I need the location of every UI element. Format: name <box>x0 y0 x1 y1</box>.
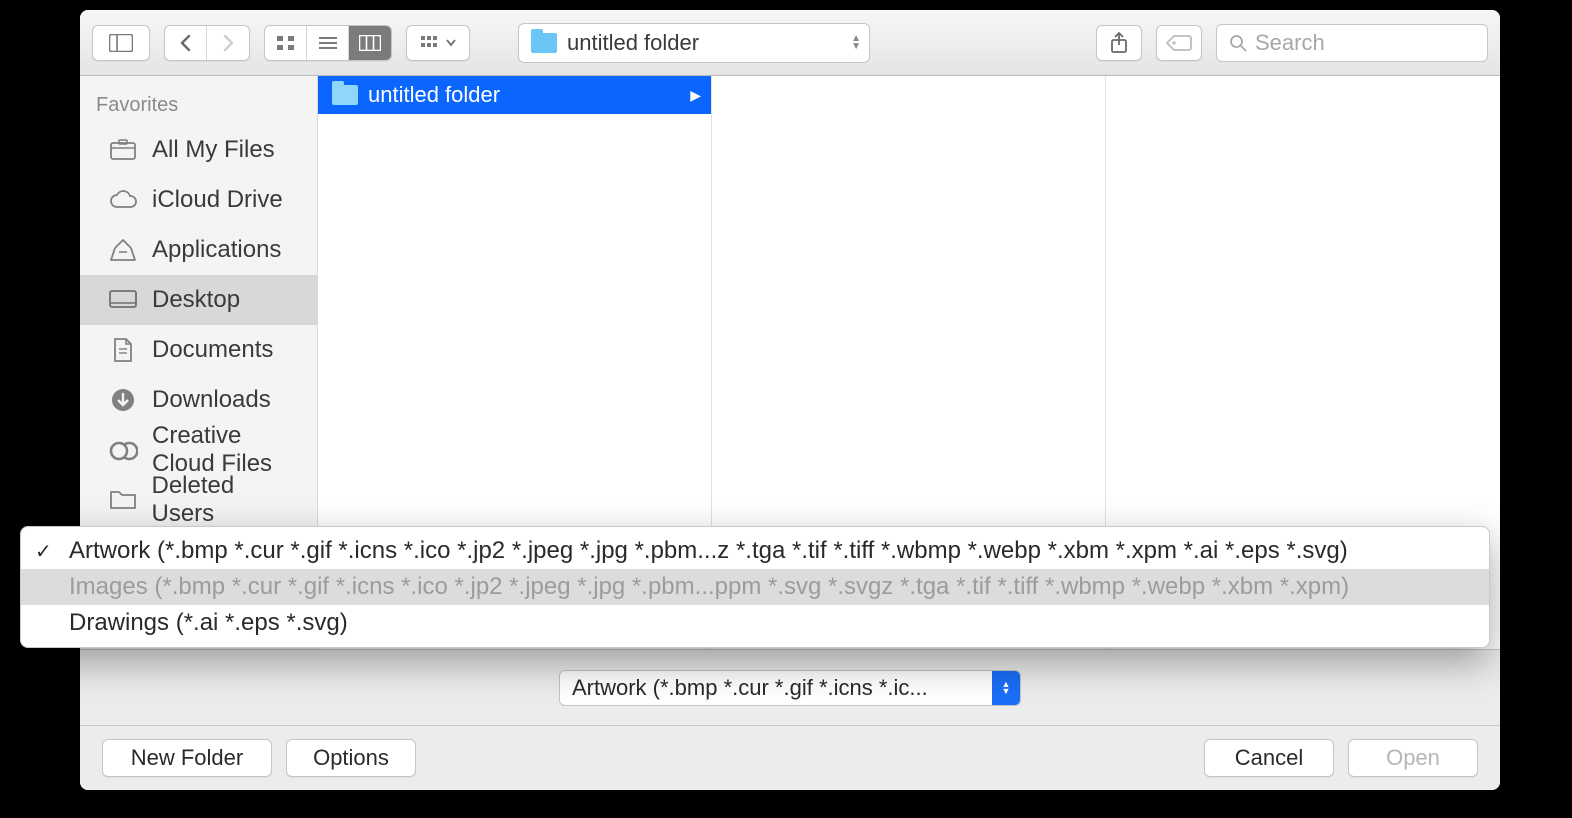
list-item-label: untitled folder <box>368 82 500 108</box>
sidebar-item-all-my-files[interactable]: All My Files <box>80 125 317 175</box>
sidebar-item-label: All My Files <box>152 136 275 164</box>
popup-item-label: Drawings (*.ai *.eps *.svg) <box>69 609 348 636</box>
chevron-right-icon: ▶ <box>690 87 701 104</box>
cancel-button[interactable]: Cancel <box>1204 739 1334 777</box>
sidebar-item-icloud[interactable]: iCloud Drive <box>80 175 317 225</box>
dialog-footer: New Folder Options Cancel Open <box>80 726 1500 790</box>
sidebar-item-label: Creative Cloud Files <box>152 422 301 478</box>
sidebar-item-documents[interactable]: Documents <box>80 325 317 375</box>
downloads-icon <box>108 387 138 413</box>
sidebar-item-label: Deleted Users <box>152 472 302 528</box>
search-input[interactable]: Search <box>1216 24 1488 62</box>
sidebar-item-label: Applications <box>152 236 281 264</box>
sidebar-item-creative-cloud[interactable]: Creative Cloud Files <box>80 425 317 475</box>
all-my-files-icon <box>108 137 138 163</box>
path-label: untitled folder <box>567 30 699 56</box>
popup-item-label: Artwork (*.bmp *.cur *.gif *.icns *.ico … <box>69 537 1348 564</box>
desktop-icon <box>108 287 138 313</box>
open-dialog: untitled folder ▲▼ Search Favorites All … <box>80 10 1500 790</box>
icon-view-button[interactable] <box>265 26 307 60</box>
sidebar-item-label: Documents <box>152 336 273 364</box>
tags-button[interactable] <box>1156 25 1202 61</box>
open-button[interactable]: Open <box>1348 739 1478 777</box>
sidebar-item-label: Downloads <box>152 386 271 414</box>
check-icon: ✓ <box>35 539 52 564</box>
sidebar-item-label: Desktop <box>152 286 240 314</box>
file-type-dropdown[interactable]: Artwork (*.bmp *.cur *.gif *.icns *.ic..… <box>559 670 1021 706</box>
folder-icon <box>332 85 358 105</box>
file-type-bar: Artwork (*.bmp *.cur *.gif *.icns *.ic..… <box>80 650 1500 726</box>
sidebar-item-downloads[interactable]: Downloads <box>80 375 317 425</box>
share-button[interactable] <box>1096 25 1142 61</box>
popup-item-artwork[interactable]: ✓ Artwork (*.bmp *.cur *.gif *.icns *.ic… <box>21 533 1489 569</box>
stepper-icon: ▲▼ <box>851 35 861 51</box>
folder-icon <box>108 487 138 513</box>
chevron-down-icon <box>446 39 456 47</box>
nav-group <box>164 25 250 61</box>
applications-icon <box>108 237 138 263</box>
sidebar-item-desktop[interactable]: Desktop <box>80 275 317 325</box>
file-type-popup[interactable]: ✓ Artwork (*.bmp *.cur *.gif *.icns *.ic… <box>20 526 1490 648</box>
list-view-button[interactable] <box>307 26 349 60</box>
popup-item-images[interactable]: Images (*.bmp *.cur *.gif *.icns *.ico *… <box>21 569 1489 605</box>
column-view-button[interactable] <box>349 26 391 60</box>
popup-item-drawings[interactable]: Drawings (*.ai *.eps *.svg) <box>21 605 1489 641</box>
documents-icon <box>108 337 138 363</box>
file-type-label: Artwork (*.bmp *.cur *.gif *.icns *.ic..… <box>572 675 982 701</box>
search-icon <box>1229 34 1247 52</box>
list-item[interactable]: untitled folder ▶ <box>318 76 711 114</box>
path-dropdown[interactable]: untitled folder ▲▼ <box>518 23 870 63</box>
back-button[interactable] <box>165 26 207 60</box>
view-group <box>264 25 392 61</box>
forward-button[interactable] <box>207 26 249 60</box>
stepper-icon: ▲▼ <box>992 671 1020 705</box>
toolbar: untitled folder ▲▼ Search <box>80 10 1500 76</box>
sidebar-item-label: iCloud Drive <box>152 186 283 214</box>
sidebar-header: Favorites <box>80 88 317 125</box>
popup-item-label: Images (*.bmp *.cur *.gif *.icns *.ico *… <box>69 573 1349 600</box>
sidebar-item-deleted-users[interactable]: Deleted Users <box>80 475 317 525</box>
creative-cloud-icon <box>108 437 138 463</box>
folder-icon <box>531 33 557 53</box>
arrange-button[interactable] <box>406 25 470 61</box>
sidebar-item-applications[interactable]: Applications <box>80 225 317 275</box>
cloud-icon <box>108 187 138 213</box>
options-button[interactable]: Options <box>286 739 416 777</box>
new-folder-button[interactable]: New Folder <box>102 739 272 777</box>
sidebar-toggle-button[interactable] <box>92 25 150 61</box>
search-placeholder: Search <box>1255 30 1325 56</box>
